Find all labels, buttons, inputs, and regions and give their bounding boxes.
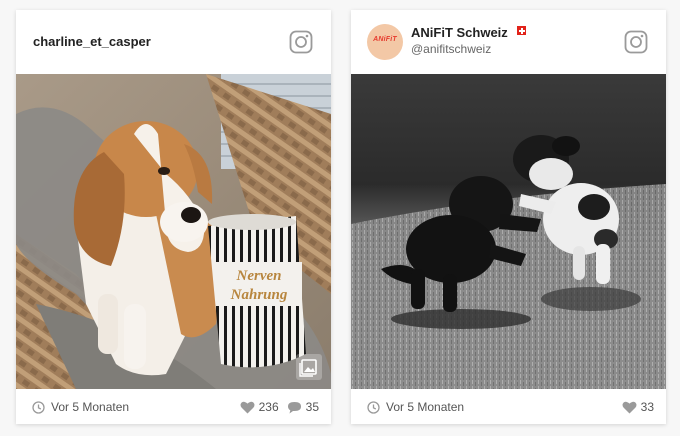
post-photo-puppies[interactable] xyxy=(351,74,666,389)
post-username[interactable]: charline_et_casper xyxy=(33,34,151,49)
post-photo-beagle[interactable]: Nerven Nahrung xyxy=(16,74,331,389)
post-stats: 236 35 xyxy=(232,400,319,414)
account-handle[interactable]: @anifitschweiz xyxy=(411,42,491,56)
clock-icon xyxy=(32,400,45,414)
heart-icon xyxy=(240,401,255,413)
post-footer: Vor 5 Monaten 33 xyxy=(351,389,666,424)
gallery-icon xyxy=(296,354,322,380)
account-name[interactable]: ANiFiT Schweiz xyxy=(411,25,508,40)
post-card-anifit[interactable]: ANiFiT ANiFiT Schweiz @anifitschweiz Vor… xyxy=(351,10,666,424)
post-card-charline[interactable]: charline_et_casper Nerven Nahrung Vor 5 … xyxy=(16,10,331,424)
likes-count[interactable]: 236 xyxy=(240,400,279,414)
comments-value: 35 xyxy=(305,400,319,414)
post-header: ANiFiT ANiFiT Schweiz @anifitschweiz xyxy=(351,10,666,74)
swiss-flag-icon xyxy=(517,26,526,35)
post-footer: Vor 5 Monaten 236 35 xyxy=(16,389,331,424)
post-time-label: Vor 5 Monaten xyxy=(386,400,465,414)
mug-text-line1: Nerven xyxy=(236,268,282,284)
post-header: charline_et_casper xyxy=(16,10,331,74)
avatar-logo: ANiFiT xyxy=(373,36,397,43)
likes-value: 236 xyxy=(258,400,279,414)
likes-count[interactable]: 33 xyxy=(622,400,654,414)
post-time-label: Vor 5 Monaten xyxy=(51,400,130,414)
mug-text-line2: Nahrung xyxy=(230,287,288,303)
instagram-icon[interactable] xyxy=(624,30,648,54)
likes-value: 33 xyxy=(640,400,654,414)
avatar[interactable]: ANiFiT xyxy=(367,24,403,60)
post-time[interactable]: Vor 5 Monaten xyxy=(32,400,129,414)
post-stats: 33 xyxy=(614,400,654,414)
heart-icon xyxy=(622,401,637,413)
comment-icon xyxy=(287,401,301,413)
clock-icon xyxy=(367,400,380,414)
post-time[interactable]: Vor 5 Monaten xyxy=(367,400,464,414)
comments-count[interactable]: 35 xyxy=(287,400,319,414)
instagram-feed: charline_et_casper Nerven Nahrung Vor 5 … xyxy=(0,0,680,436)
instagram-icon[interactable] xyxy=(289,30,313,54)
